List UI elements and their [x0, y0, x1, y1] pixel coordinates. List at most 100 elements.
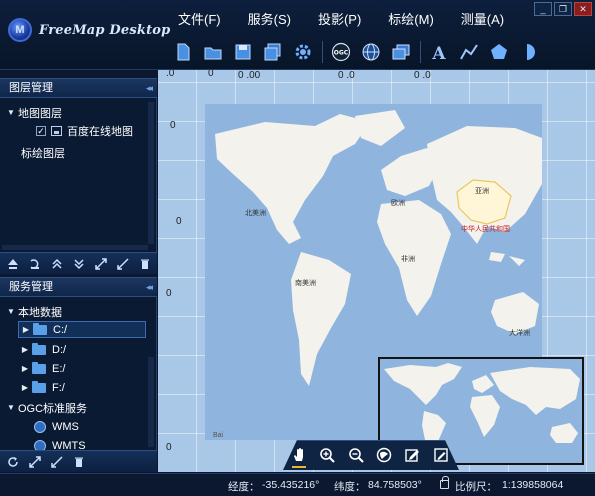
app-logo: M FreeMap Desktop [8, 18, 170, 42]
expand-triangle-icon[interactable]: ▼ [4, 108, 18, 117]
folder-icon [33, 322, 47, 335]
label-china: 中华人民共和国 [461, 226, 510, 233]
vertical-scrollbar[interactable] [148, 102, 154, 244]
save-icon[interactable] [230, 39, 256, 65]
grid-label: 0 [208, 70, 214, 79]
collapse-panel-icon[interactable]: ◂◂ [146, 278, 153, 297]
close-button[interactable]: ✕ [574, 2, 592, 16]
main-toolbar: OGC A [170, 36, 546, 68]
tree-node-drive-e[interactable]: ▶ E:/ [18, 360, 65, 377]
label-africa: 非洲 [401, 256, 415, 263]
full-extent-icon[interactable] [374, 444, 394, 466]
text-annotation-icon[interactable]: A [426, 39, 452, 65]
map-navigation-toolbar [283, 440, 459, 470]
tree-node-drive-f[interactable]: ▶ F:/ [18, 379, 65, 396]
layer-up-icon[interactable] [3, 256, 23, 272]
expand-all-icon[interactable] [91, 256, 111, 272]
longitude-value: -35.435216° [262, 479, 320, 491]
main-menu: 文件(F) 服务(S) 投影(P) 标绘(M) 测量(A) [178, 9, 531, 28]
tree-node-plot-layer[interactable]: 标绘图层 [21, 144, 65, 161]
folder-icon [32, 361, 46, 374]
restore-button[interactable]: ❐ [554, 2, 572, 16]
folder-icon [32, 342, 46, 355]
layer-visible-checkbox[interactable]: ✓ [36, 125, 46, 136]
refresh-icon[interactable] [3, 454, 23, 470]
service-tree: ▼ 本地数据 ▶ C:/ ▶ D:/ ▶ E:/ ▶ F:/ ▼ OGC标准服务… [0, 297, 157, 450]
label-europe: 欧洲 [391, 200, 405, 207]
expand-all-icon[interactable] [25, 454, 45, 470]
horizontal-scrollbar[interactable] [2, 245, 148, 250]
globe-network-icon[interactable] [358, 39, 384, 65]
longitude-label: 经度： [228, 481, 260, 493]
grid-label: 0 .00 [238, 70, 261, 81]
window-controls: _ ❐ ✕ [534, 2, 592, 16]
menu-projection[interactable]: 投影(P) [318, 9, 361, 28]
move-top-icon[interactable] [47, 256, 67, 272]
tree-node-drive-d[interactable]: ▶ D:/ [18, 341, 66, 358]
menu-service[interactable]: 服务(S) [248, 9, 291, 28]
scale-lock-icon[interactable] [440, 476, 449, 489]
menu-plotting[interactable]: 标绘(M) [388, 9, 434, 28]
collapse-all-icon[interactable] [47, 454, 67, 470]
polyline-icon[interactable] [456, 39, 482, 65]
zoom-in-icon[interactable] [317, 444, 337, 466]
grid-label: 0 [166, 288, 172, 299]
tree-node-baidu-map[interactable]: ✓ 百度在线地图 [36, 122, 133, 139]
new-file-icon[interactable] [170, 39, 196, 65]
zoom-out-icon[interactable] [346, 444, 366, 466]
grid-label: 0 .0 [338, 70, 355, 81]
expand-triangle-icon[interactable]: ▶ [18, 383, 32, 392]
layers-window-icon[interactable] [388, 39, 414, 65]
vertical-scrollbar[interactable] [148, 357, 154, 447]
title-bar: M FreeMap Desktop 文件(F) 服务(S) 投影(P) 标绘(M… [0, 0, 595, 70]
delete-service-icon[interactable] [69, 454, 89, 470]
layer-down-icon[interactable] [25, 256, 45, 272]
menu-file[interactable]: 文件(F) [178, 9, 221, 28]
image-layer-icon [51, 125, 62, 136]
grid-label: 0 [166, 442, 172, 453]
grid-label: 0 [170, 120, 176, 131]
grid-label: .0 [166, 70, 175, 79]
expand-triangle-icon[interactable]: ▼ [4, 403, 18, 412]
settings-gear-icon[interactable] [290, 39, 316, 65]
half-circle-icon[interactable] [516, 39, 542, 65]
svg-text:OGC: OGC [334, 50, 349, 57]
latitude-label: 纬度： [334, 481, 366, 493]
pan-hand-icon[interactable] [289, 444, 309, 468]
collapse-panel-icon[interactable]: ◂◂ [146, 79, 153, 98]
tree-node-local-data[interactable]: ▼ 本地数据 [4, 303, 62, 320]
expand-triangle-icon[interactable]: ▶ [18, 345, 32, 354]
map-attribution: Bai [213, 432, 224, 439]
label-south-america: 南美洲 [295, 280, 316, 287]
minimize-button[interactable]: _ [534, 2, 552, 16]
folder-icon [32, 380, 46, 393]
open-folder-icon[interactable] [200, 39, 226, 65]
tree-node-map-layers[interactable]: ▼ 地图图层 [4, 104, 62, 121]
collapse-all-icon[interactable] [113, 256, 133, 272]
expand-triangle-icon[interactable]: ▶ [19, 325, 33, 334]
scale-label: 比例尺： [455, 481, 497, 493]
service-panel-header: 服务管理 ◂◂ [0, 277, 157, 297]
save-all-icon[interactable] [260, 39, 286, 65]
ogc-service-icon[interactable]: OGC [328, 39, 354, 65]
expand-triangle-icon[interactable]: ▼ [4, 307, 18, 316]
latitude-value: 84.758503° [368, 479, 422, 491]
layer-panel-title: 图层管理 [9, 82, 53, 94]
move-bottom-icon[interactable] [69, 256, 89, 272]
layer-tree: ▼ 地图图层 ✓ 百度在线地图 标绘图层 [0, 98, 157, 252]
tree-node-drive-c[interactable]: ▶ C:/ [18, 321, 146, 338]
tree-node-wms[interactable]: WMS [34, 418, 79, 435]
edit-icon[interactable] [402, 444, 422, 466]
tree-node-wmts[interactable]: WMTS [34, 437, 86, 450]
menu-measure[interactable]: 测量(A) [461, 9, 504, 28]
delete-layer-icon[interactable] [135, 256, 155, 272]
tree-node-ogc-services[interactable]: ▼ OGC标准服务 [4, 399, 87, 416]
label-oceania: 大洋洲 [509, 330, 530, 337]
svg-text:A: A [431, 44, 446, 62]
polygon-icon[interactable] [486, 39, 512, 65]
grid-label: 0 [176, 216, 182, 227]
edit-box-icon[interactable] [431, 444, 451, 466]
toolbar-divider [322, 41, 323, 63]
scale-value: 1:139858064 [502, 479, 564, 491]
expand-triangle-icon[interactable]: ▶ [18, 364, 32, 373]
